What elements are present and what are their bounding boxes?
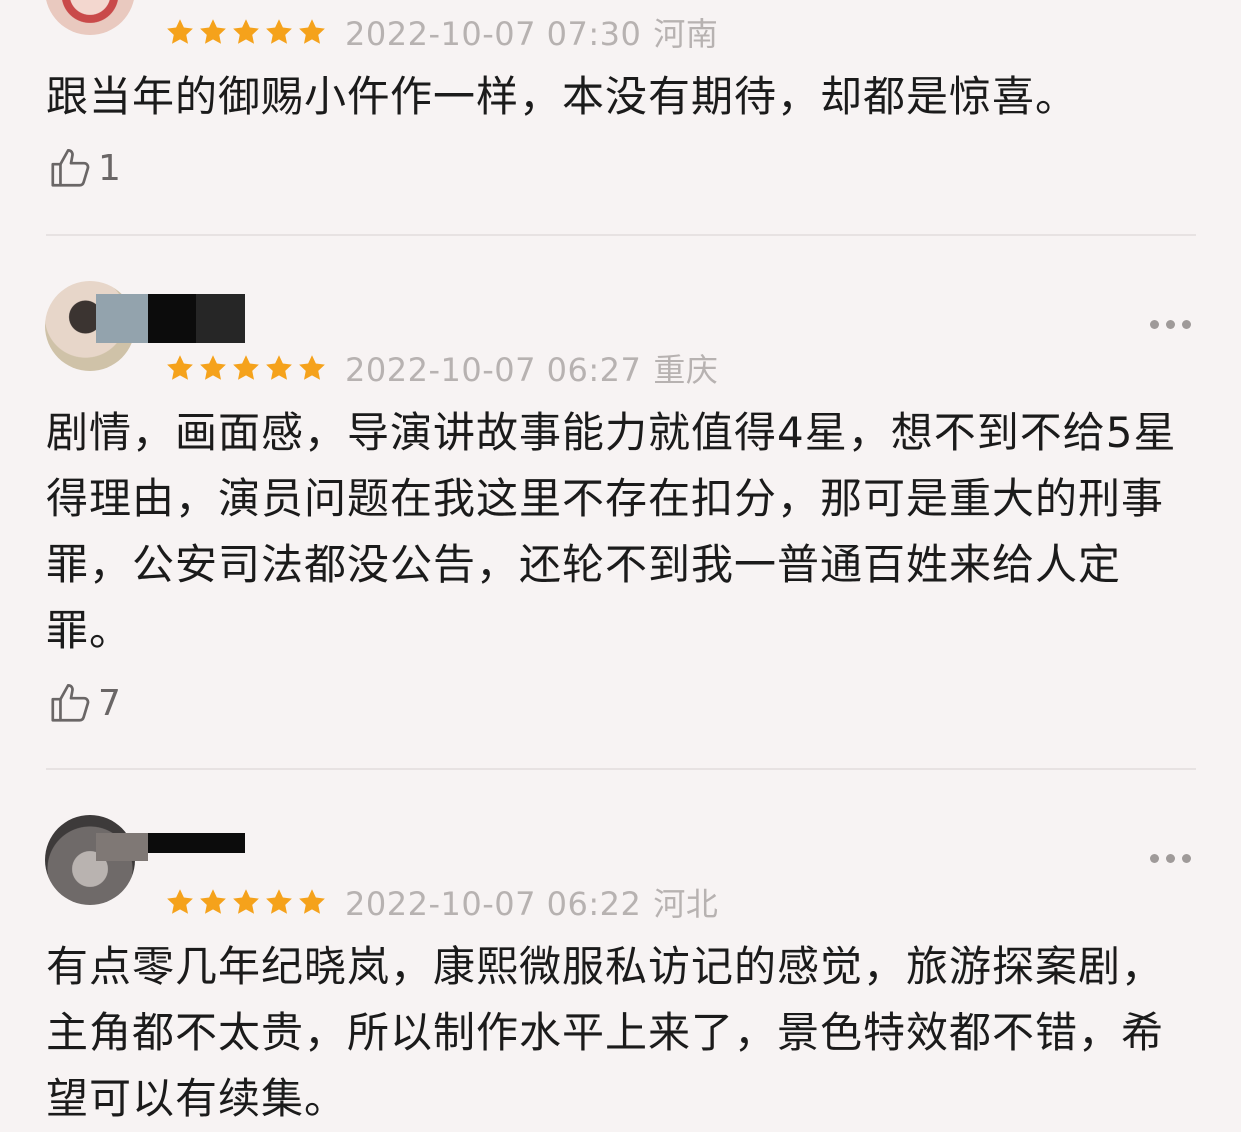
review-content: 有点零几年纪晓岚，康熙微服私访记的感觉，旅游探案剧，主角都不太贵，所以制作水平上… (46, 942, 1165, 1123)
divider (46, 768, 1196, 770)
review-location: 重庆 (653, 351, 719, 389)
avatar[interactable] (45, 0, 135, 35)
like-button[interactable]: 7 (48, 680, 121, 726)
redacted-username (96, 833, 148, 861)
more-icon[interactable] (1150, 854, 1191, 863)
divider (46, 234, 1196, 236)
more-icon[interactable] (1150, 320, 1191, 329)
star-icon (167, 355, 193, 380)
star-icon (200, 355, 226, 380)
review-meta: 2022-10-07 07:30 河南 (165, 9, 718, 55)
review-meta: 2022-10-07 06:22 河北 (165, 879, 718, 925)
star-icon (266, 889, 292, 914)
star-icon (233, 355, 259, 380)
star-icon (233, 889, 259, 914)
thumbs-up-icon (51, 684, 90, 722)
redacted-username (196, 294, 245, 343)
review-meta-text: 2022-10-07 06:27 重庆 (345, 345, 718, 391)
star-icon (200, 889, 226, 914)
review-meta-text: 2022-10-07 07:30 河南 (345, 9, 718, 55)
like-count: 7 (98, 682, 121, 724)
review-location: 河北 (653, 885, 719, 923)
thumbs-up-icon (51, 149, 90, 187)
star-rating (165, 887, 327, 917)
review-meta: 2022-10-07 06:27 重庆 (165, 345, 718, 391)
redacted-username (148, 294, 196, 343)
review-date: 2022-10-07 06:27 (345, 351, 642, 389)
review-date: 2022-10-07 06:22 (345, 885, 642, 923)
star-rating (165, 353, 327, 383)
star-icon (200, 19, 226, 44)
review-location: 河南 (653, 15, 719, 53)
star-icon (299, 889, 325, 914)
review-content: 跟当年的御赐小仵作一样，本没有期待，却都是惊喜。 (46, 72, 1079, 121)
star-rating (165, 17, 327, 47)
review-date: 2022-10-07 07:30 (345, 15, 642, 53)
star-icon (299, 19, 325, 44)
like-button[interactable]: 1 (48, 145, 121, 191)
redacted-username (148, 833, 245, 853)
star-icon (299, 355, 325, 380)
star-icon (167, 889, 193, 914)
star-icon (266, 19, 292, 44)
star-icon (266, 355, 292, 380)
star-icon (233, 19, 259, 44)
star-icon (167, 19, 193, 44)
review-meta-text: 2022-10-07 06:22 河北 (345, 879, 718, 925)
review-content: 剧情，画面感，导演讲故事能力就值得4星，想不到不给5星得理由，演员问题在我这里不… (46, 408, 1177, 655)
like-count: 1 (98, 147, 121, 189)
redacted-username (96, 294, 148, 343)
